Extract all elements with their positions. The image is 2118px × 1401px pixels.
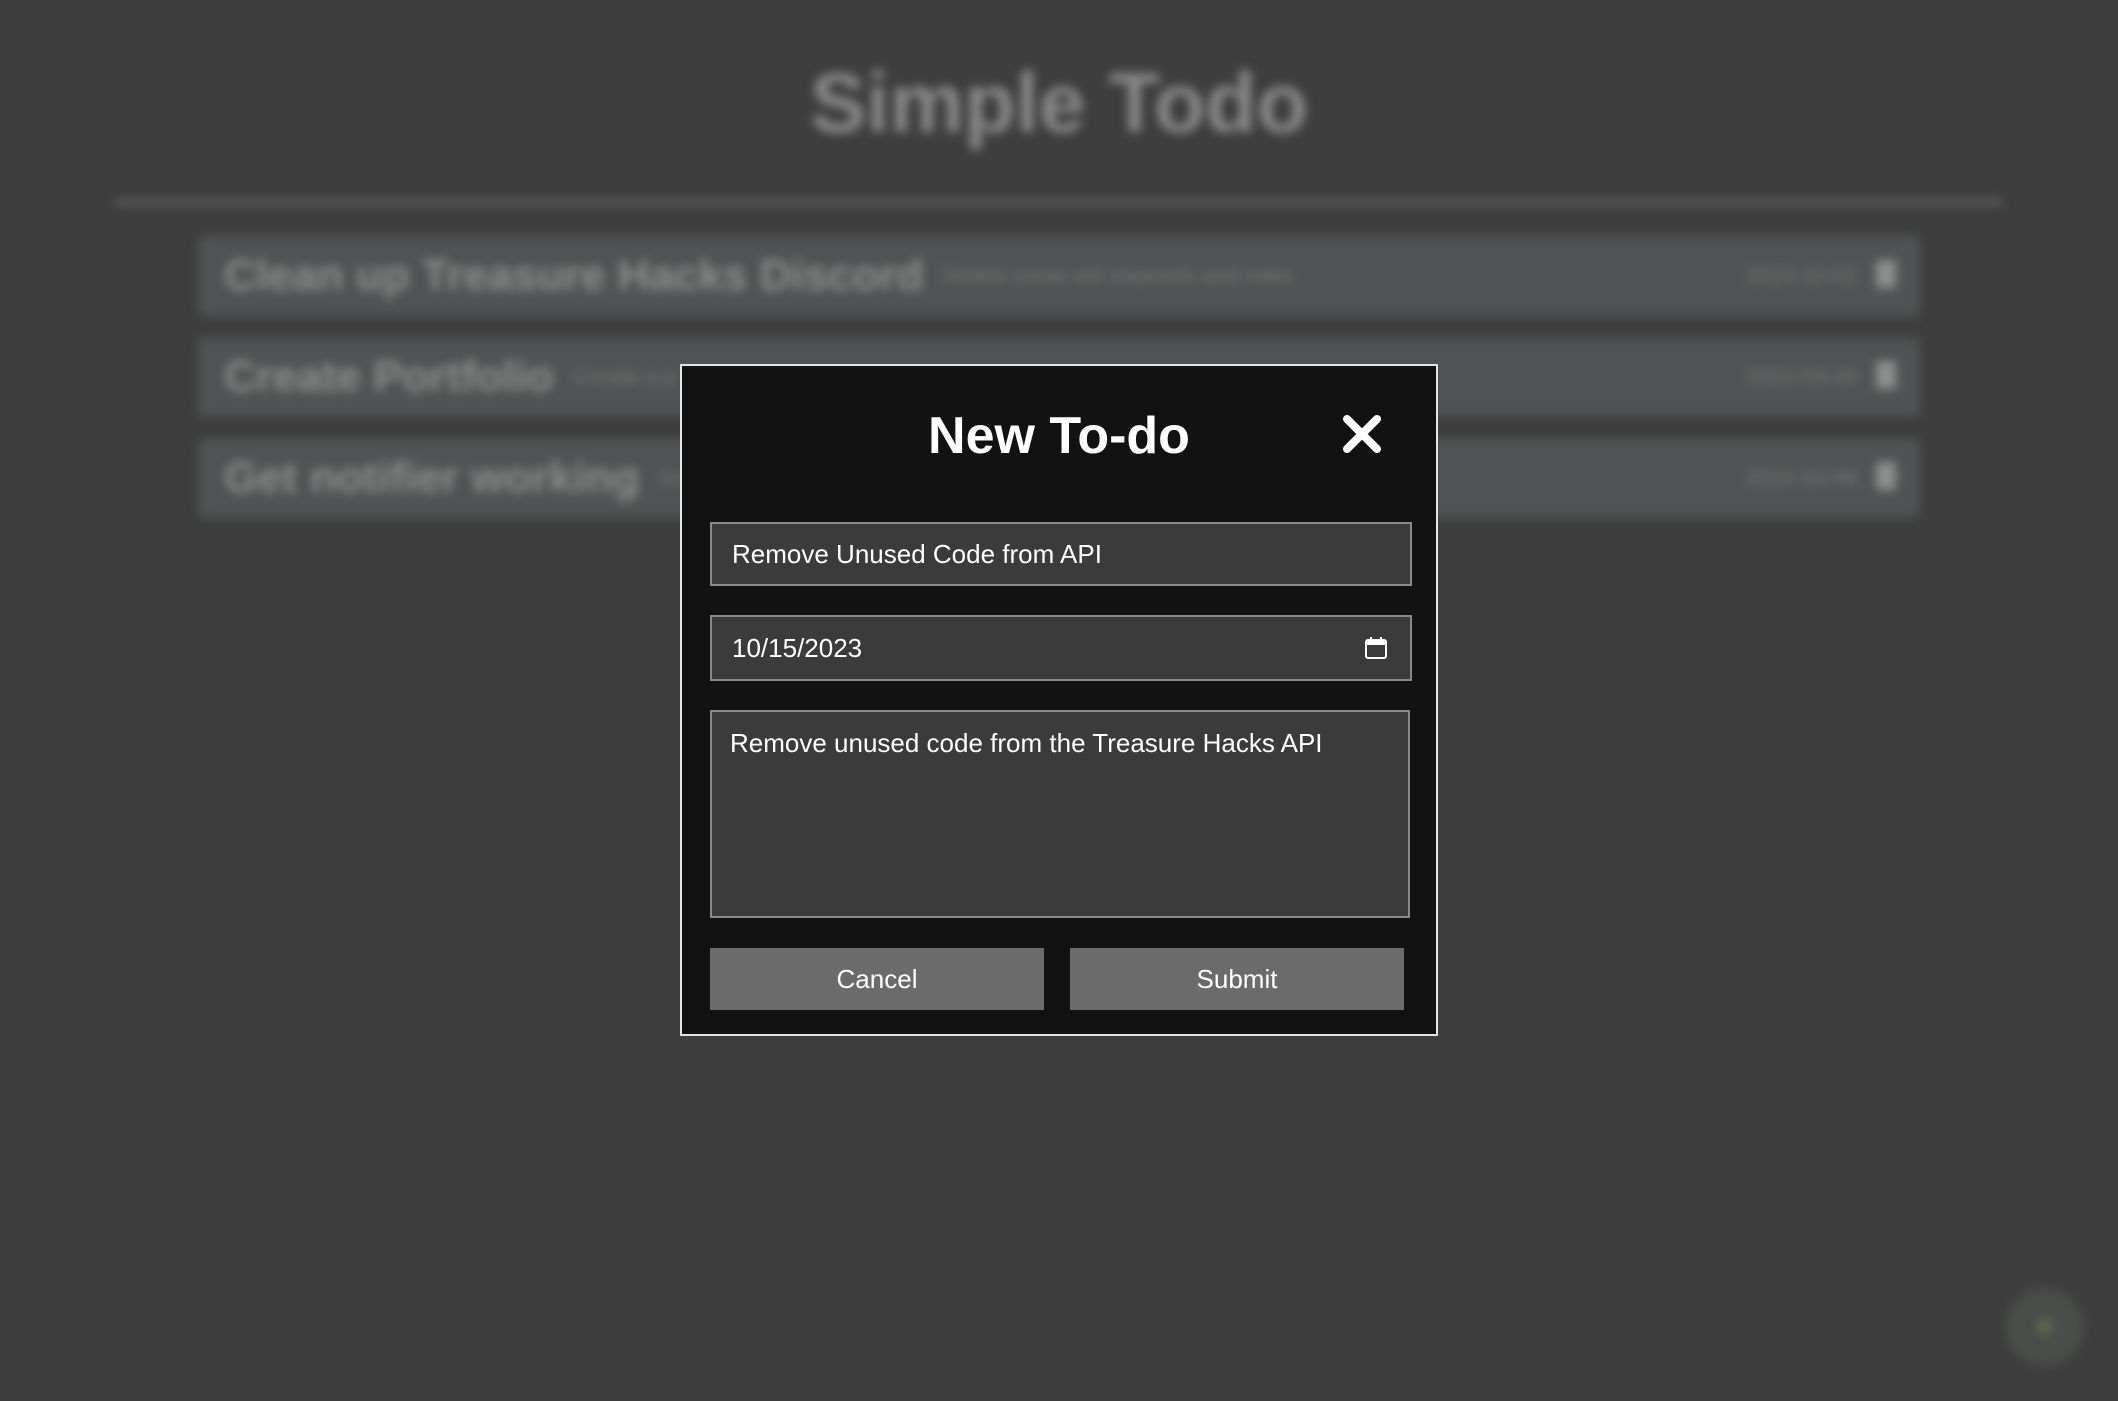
description-value: Remove unused code from the Treasure Hac…: [730, 728, 1323, 758]
date-input[interactable]: 10/15/2023: [710, 615, 1412, 681]
todo-item: Clean up Treasure Hacks Discord Delete s…: [198, 236, 1920, 316]
trash-icon: [1876, 260, 1896, 288]
todo-date: 2023-10-02: [1745, 263, 1858, 288]
close-button[interactable]: [1338, 410, 1386, 458]
trash-icon: [1876, 361, 1896, 389]
cancel-button[interactable]: Cancel: [710, 948, 1044, 1010]
app-title: Simple Todo: [810, 56, 1308, 150]
title-divider: [115, 198, 2003, 206]
todo-title: Create Portfolio: [224, 352, 555, 401]
date-input-value: 10/15/2023: [732, 633, 863, 663]
title-input-value: Remove Unused Code from API: [732, 539, 1102, 569]
title-input[interactable]: Remove Unused Code from API: [710, 522, 1412, 586]
todo-description: Create a p: [574, 364, 677, 389]
calendar-icon[interactable]: [1364, 636, 1388, 660]
close-icon: [1343, 415, 1381, 453]
todo-title: Get notifier working: [224, 453, 640, 502]
submit-button[interactable]: Submit: [1070, 948, 1404, 1010]
add-todo-button: +: [2006, 1288, 2084, 1366]
trash-icon: [1876, 462, 1896, 490]
todo-title: Clean up Treasure Hacks Discord: [224, 251, 924, 300]
todo-description: Delete some old channels and roles: [943, 263, 1294, 288]
new-todo-modal: New To-do Remove Unused Code from API 10…: [680, 364, 1438, 1036]
modal-title: New To-do: [928, 407, 1190, 465]
todo-date: 2023-09-30: [1745, 364, 1858, 389]
plus-icon: +: [2033, 1305, 2057, 1349]
description-textarea[interactable]: Remove unused code from the Treasure Hac…: [710, 710, 1410, 918]
todo-date: 2023-10-06: [1745, 465, 1858, 490]
